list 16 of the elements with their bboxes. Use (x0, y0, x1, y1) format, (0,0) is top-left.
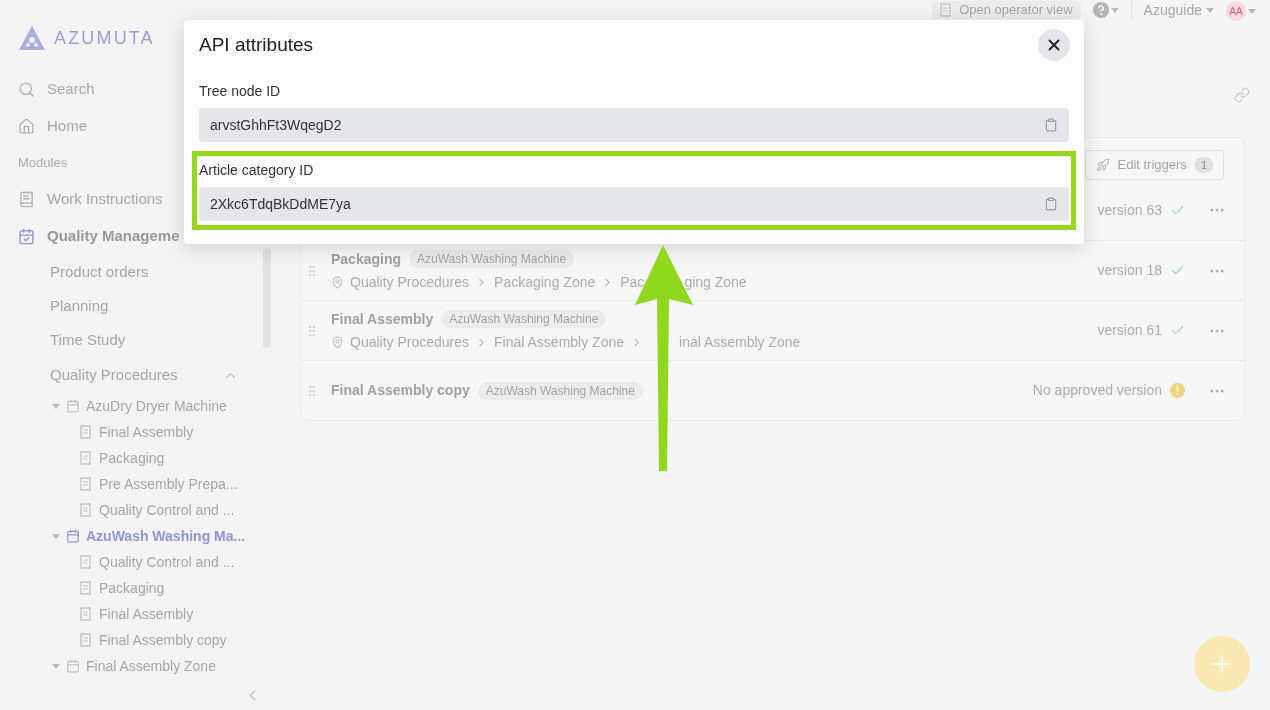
version-status: version 18 (1097, 261, 1162, 280)
brand-name: AZUMUTA (54, 26, 155, 50)
version-status: version 63 (1097, 200, 1162, 220)
product-tag: AzuWash Washing Machine (409, 250, 575, 268)
product-tag: AzuWash Washing Machine (441, 310, 607, 328)
procedure-title: Packaging (331, 249, 402, 269)
field-label: Article category ID (198, 161, 315, 180)
trigger-count: 1 (1194, 156, 1213, 174)
product-tag: AzuWash Washing Machine (477, 381, 643, 400)
section-label: Modules (18, 154, 68, 173)
dialog-title: API attributes (199, 32, 314, 57)
version-status: No approved version (1032, 381, 1162, 400)
version-status: version 61 (1097, 321, 1162, 340)
field-label: Tree node ID (198, 82, 282, 101)
procedure-title: Final Assembly (331, 309, 434, 329)
procedure-title: Final Assembly copy (331, 381, 470, 400)
